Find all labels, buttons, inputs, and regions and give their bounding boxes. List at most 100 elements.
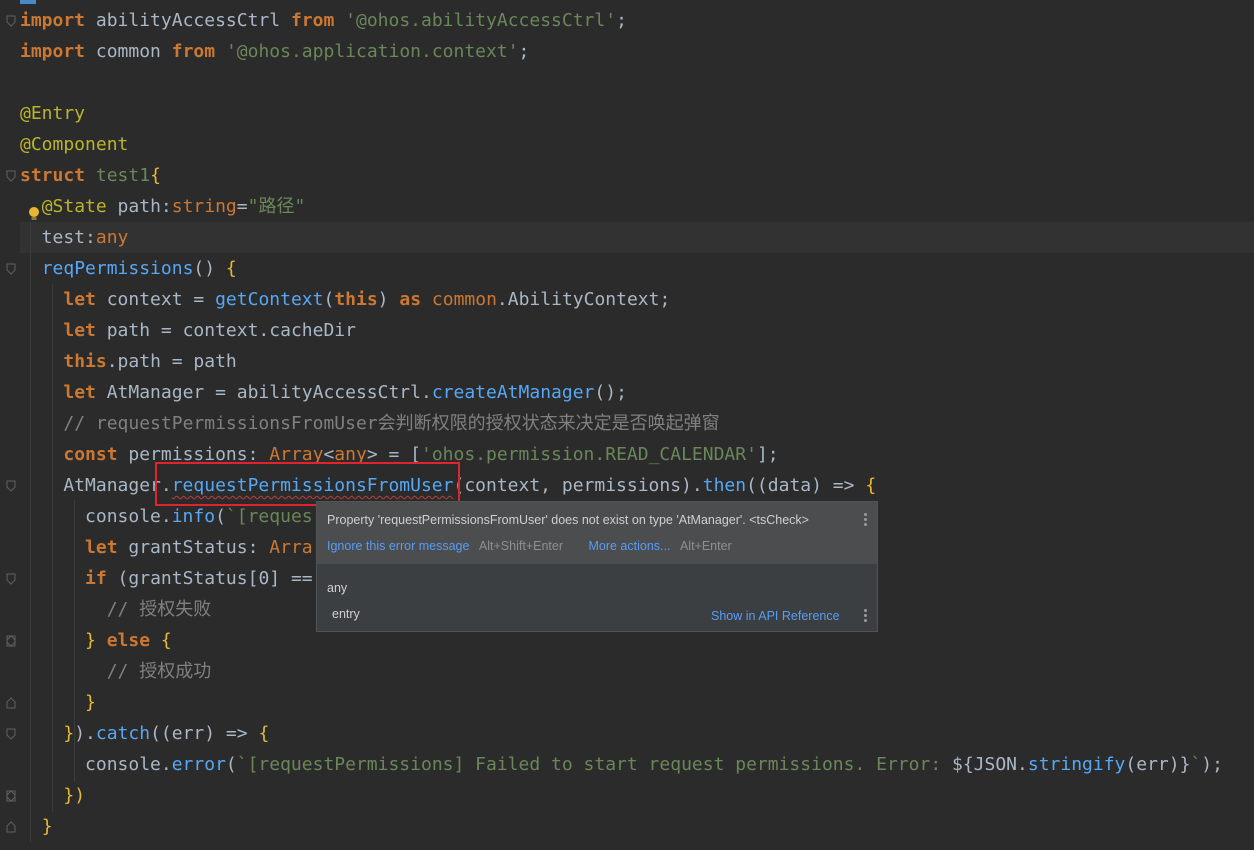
code-token: path = context.cacheDir <box>95 320 356 341</box>
error-tooltip-popup[interactable]: Property 'requestPermissionsFromUser' do… <box>316 501 878 632</box>
code-token: } <box>41 816 53 837</box>
code-token: { <box>150 165 161 186</box>
code-token: common <box>85 41 172 62</box>
code-token: string <box>171 196 237 217</box>
code-line[interactable]: let grantStatus: Arra <box>20 532 313 563</box>
ignore-error-link[interactable]: Ignore this error message <box>327 539 469 553</box>
code-line[interactable]: import abilityAccessCtrl from '@ohos.abi… <box>20 5 627 36</box>
show-in-api-reference-link[interactable]: Show in API Reference <box>711 609 840 623</box>
fold-marker-icon[interactable] <box>6 15 16 27</box>
code-line[interactable]: import common from '@ohos.application.co… <box>20 36 529 67</box>
code-token: createAtManager <box>431 382 595 403</box>
code-token: // 授权成功 <box>106 661 212 682</box>
code-token: ((err) => <box>150 723 259 744</box>
doc-options-icon[interactable] <box>864 609 868 624</box>
code-token: this <box>334 289 378 310</box>
error-section: Property 'requestPermissionsFromUser' do… <box>317 502 877 564</box>
code-line[interactable]: } <box>20 687 96 718</box>
lightbulb-icon[interactable] <box>27 204 41 224</box>
code-line[interactable]: @State path:string="路径" <box>20 191 306 222</box>
fold-marker-icon[interactable] <box>6 728 16 740</box>
fold-end-icon[interactable] <box>6 790 16 802</box>
code-token: ; <box>616 10 627 31</box>
code-line[interactable]: test:any <box>20 222 129 253</box>
code-token: common <box>431 289 497 310</box>
code-token: AtManager = abilityAccessCtrl. <box>95 382 432 403</box>
code-token: reqPermissions <box>41 258 194 279</box>
code-token: } <box>85 692 96 713</box>
fold-marker-icon[interactable] <box>6 263 16 275</box>
code-line[interactable]: } else { <box>20 625 172 656</box>
fold-end-icon[interactable] <box>6 821 16 833</box>
code-line[interactable]: reqPermissions() { <box>20 253 237 284</box>
error-message: Property 'requestPermissionsFromUser' do… <box>327 513 809 527</box>
code-token: .path = path <box>106 351 237 372</box>
code-line[interactable]: // 授权成功 <box>20 656 212 687</box>
code-line[interactable]: }).catch((err) => { <box>20 718 269 749</box>
code-token: let <box>63 382 96 403</box>
fold-end-icon[interactable] <box>6 635 16 647</box>
current-line-highlight <box>20 222 1254 253</box>
code-line[interactable]: }) <box>20 780 85 811</box>
more-actions-link[interactable]: More actions... <box>588 539 670 553</box>
code-line[interactable]: @Entry <box>20 98 85 129</box>
code-token: } <box>85 630 96 651</box>
code-token: abilityAccessCtrl <box>85 10 291 31</box>
code-line[interactable]: this.path = path <box>20 346 237 377</box>
code-line[interactable]: console.error(`[requestPermissions] Fail… <box>20 749 1223 780</box>
code-token: ( <box>225 754 237 775</box>
code-line[interactable]: // 授权失败 <box>20 594 212 625</box>
code-line[interactable]: let AtManager = abilityAccessCtrl.create… <box>20 377 627 408</box>
code-token: console. <box>20 754 172 775</box>
code-token: const <box>63 444 118 465</box>
code-line[interactable]: let context = getContext(this) as common… <box>20 284 670 315</box>
code-line[interactable]: @Component <box>20 129 128 160</box>
code-token: ) <box>377 289 400 310</box>
code-token: (grantStatus[ <box>106 568 259 589</box>
code-token: 'ohos.permission.READ_CALENDAR' <box>421 444 757 465</box>
code-token: // 授权失败 <box>106 599 212 620</box>
code-token: ( <box>215 506 226 527</box>
fold-marker-icon[interactable] <box>6 573 16 585</box>
code-token: let <box>63 289 96 310</box>
code-token: }) <box>63 785 86 806</box>
code-token: Arra <box>269 537 313 558</box>
code-line[interactable]: struct test1{ <box>20 160 161 191</box>
doc-type: any <box>327 581 348 595</box>
code-line[interactable]: // requestPermissionsFromUser会判断权限的授权状态来… <box>20 408 719 439</box>
code-token: console. <box>20 506 172 527</box>
code-token: getContext <box>215 289 324 310</box>
code-token: = <box>236 196 248 217</box>
code-token: ${JSON. <box>952 754 1028 775</box>
fold-marker-icon[interactable] <box>6 170 16 182</box>
fold-end-icon[interactable] <box>6 697 16 709</box>
editor-gutter[interactable] <box>0 0 20 850</box>
code-token: { <box>225 258 237 279</box>
code-token: { <box>258 723 270 744</box>
code-line[interactable]: } <box>20 811 53 842</box>
code-token: path: <box>106 196 172 217</box>
code-line[interactable]: if (grantStatus[0] == <box>20 563 313 594</box>
code-token: '@ohos.application.context' <box>225 41 519 62</box>
error-highlight-box <box>155 462 460 506</box>
fold-marker-icon[interactable] <box>6 480 16 492</box>
code-token: stringify <box>1027 754 1126 775</box>
code-token: grantStatus: <box>117 537 270 558</box>
code-token: test: <box>20 227 96 248</box>
code-token: @Component <box>20 134 129 155</box>
code-token: as <box>399 289 422 310</box>
code-token: ( <box>323 289 335 310</box>
code-line[interactable]: let path = context.cacheDir <box>20 315 356 346</box>
code-token: AtManager. <box>20 475 172 496</box>
code-token: ]; <box>756 444 779 465</box>
code-editor[interactable]: import abilityAccessCtrl from '@ohos.abi… <box>0 0 1254 850</box>
error-options-icon[interactable] <box>864 513 868 528</box>
code-token: context = <box>95 289 216 310</box>
code-token: let <box>63 320 96 341</box>
